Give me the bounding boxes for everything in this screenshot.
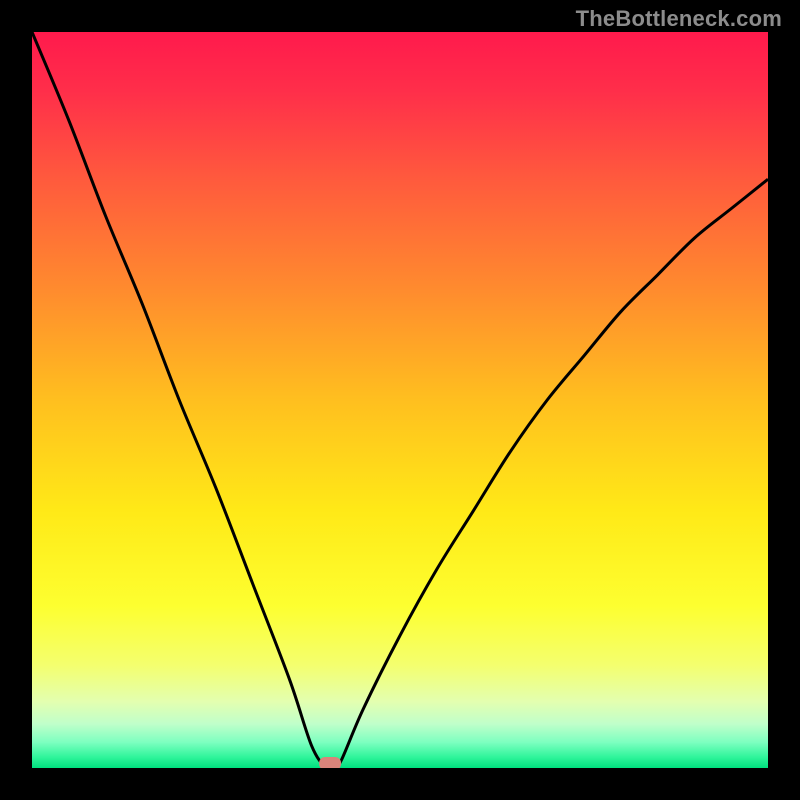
optimal-point-marker — [319, 757, 341, 768]
plot-area — [32, 32, 768, 768]
watermark-text: TheBottleneck.com — [576, 6, 782, 32]
chart-frame: TheBottleneck.com — [0, 0, 800, 800]
gradient-background — [32, 32, 768, 768]
bottleneck-chart — [32, 32, 768, 768]
